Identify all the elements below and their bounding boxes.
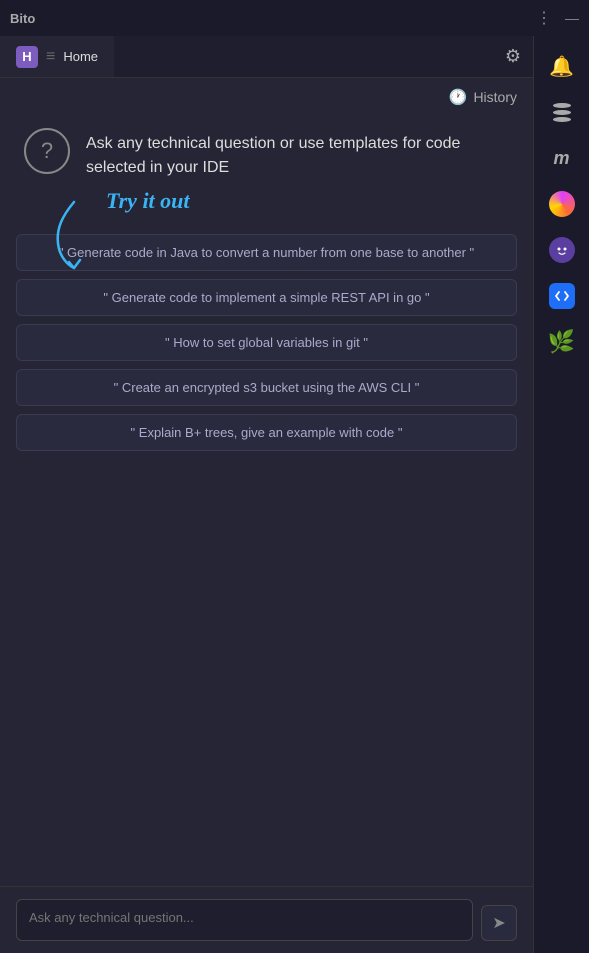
content-area: 🕐 History ? Ask any technical question o… xyxy=(0,78,533,953)
m-icon: m xyxy=(553,148,569,169)
tab-bar: H ≡ Home ⚙ xyxy=(0,36,533,78)
right-sidebar: 🔔 m xyxy=(533,36,589,953)
copilot-icon xyxy=(549,237,575,263)
tab-separator: ≡ xyxy=(46,48,55,66)
history-label: History xyxy=(473,89,517,105)
window-controls: ⋮ — xyxy=(536,8,579,28)
home-tab-label: Home xyxy=(63,49,98,64)
database-icon xyxy=(553,103,571,122)
suggestion-item[interactable]: " Generate code to implement a simple RE… xyxy=(16,279,517,316)
gradient-icon xyxy=(549,191,575,217)
app-title: Bito xyxy=(10,11,35,26)
hero-section: ? Ask any technical question or use temp… xyxy=(0,112,533,188)
suggestion-item[interactable]: " Create an encrypted s3 bucket using th… xyxy=(16,369,517,406)
home-avatar: H xyxy=(16,46,38,68)
m-button[interactable]: m xyxy=(542,138,582,178)
question-icon: ? xyxy=(24,128,70,174)
code-button[interactable] xyxy=(542,276,582,316)
main-container: H ≡ Home ⚙ 🕐 History ? Ask any technical… xyxy=(0,36,533,953)
suggestion-item[interactable]: " Explain B+ trees, give an example with… xyxy=(16,414,517,451)
leaf-icon: 🌿 xyxy=(548,329,575,355)
send-button[interactable]: ➤ xyxy=(481,905,517,941)
tab-bar-settings: ⚙ xyxy=(505,46,533,67)
minimize-button[interactable]: — xyxy=(565,10,579,26)
gradient-button[interactable] xyxy=(542,184,582,224)
send-icon: ➤ xyxy=(492,913,505,933)
bell-icon: 🔔 xyxy=(549,54,574,79)
history-button[interactable]: 🕐 History xyxy=(449,88,517,106)
notification-button[interactable]: 🔔 xyxy=(542,46,582,86)
hero-text: Ask any technical question or use templa… xyxy=(86,128,509,180)
arrow-decoration xyxy=(44,194,124,274)
question-input[interactable] xyxy=(16,899,473,941)
input-area: ➤ xyxy=(0,886,533,953)
title-bar: Bito ⋮ — xyxy=(0,0,589,36)
menu-dots[interactable]: ⋮ xyxy=(536,8,553,28)
leaf-button[interactable]: 🌿 xyxy=(542,322,582,362)
try-section: Try it out xyxy=(0,188,533,230)
home-tab[interactable]: H ≡ Home xyxy=(0,36,114,77)
copilot-button[interactable] xyxy=(542,230,582,270)
history-icon: 🕐 xyxy=(449,88,468,106)
history-row: 🕐 History xyxy=(0,78,533,112)
database-button[interactable] xyxy=(542,92,582,132)
suggestion-item[interactable]: " How to set global variables in git " xyxy=(16,324,517,361)
code-icon xyxy=(549,283,575,309)
settings-icon[interactable]: ⚙ xyxy=(505,46,521,66)
